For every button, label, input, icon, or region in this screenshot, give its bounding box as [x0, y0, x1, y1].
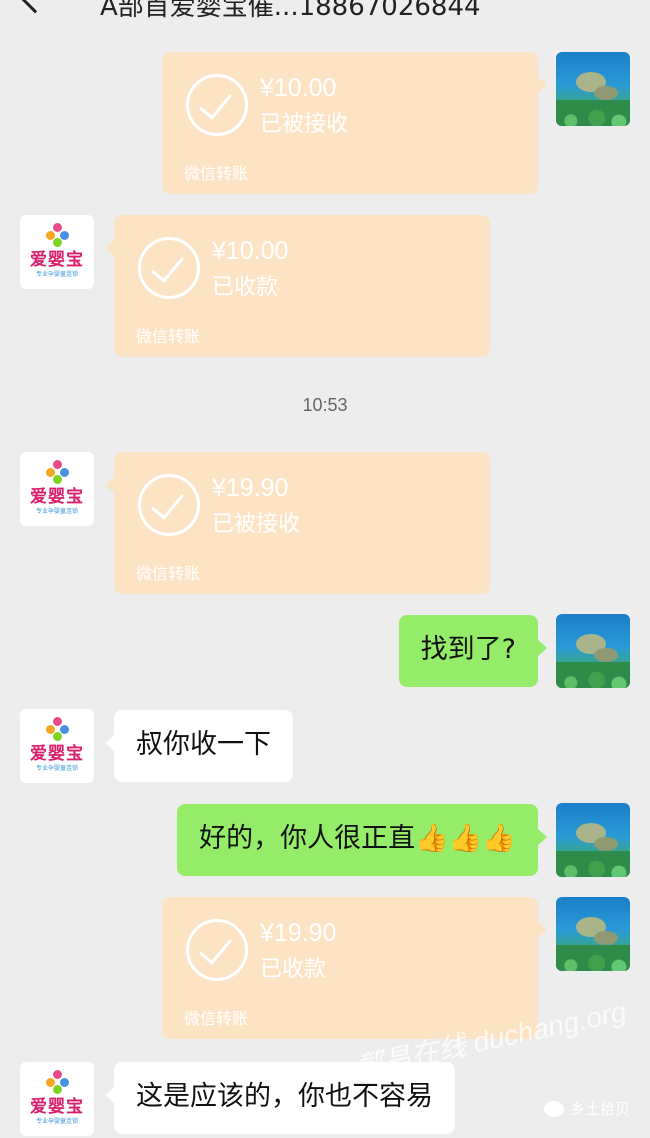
brand-logo-tagline: 专业孕婴童连锁: [35, 1118, 78, 1125]
message-text: 这是应该的，你也不容易: [136, 1081, 433, 1112]
brand-logo-tagline: 专业孕婴童连锁: [35, 508, 78, 515]
my-avatar[interactable]: [556, 52, 630, 126]
back-arrow-icon[interactable]: [16, 0, 54, 14]
message-row: ¥10.00 已被接收 微信转账: [0, 52, 650, 194]
transfer-footer: 微信转账: [184, 1009, 249, 1028]
brand-logo-text: 爱婴宝: [30, 250, 84, 270]
message-row: 爱婴宝 专业孕婴童连锁 叔你收一下: [0, 709, 650, 783]
transfer-status: 已被接收: [260, 112, 349, 137]
message-text: 找到了?: [420, 634, 516, 665]
chat-title[interactable]: A部首爱婴宝催...18867026844: [100, 0, 481, 23]
transfer-amount: ¥10.00: [212, 237, 289, 265]
transfer-amount: ¥19.90: [260, 919, 337, 947]
message-row: 爱婴宝 专业孕婴童连锁 ¥10.00 已收款 微信转账: [0, 215, 650, 357]
wechat-icon: [543, 1100, 564, 1117]
transfer-amount: ¥19.90: [212, 474, 289, 502]
message-text: 好的，你人很正直👍👍👍: [199, 823, 516, 854]
check-circle-icon: [138, 237, 200, 299]
brand-logo-tagline: 专业孕婴童连锁: [35, 765, 78, 772]
transfer-footer: 微信转账: [184, 164, 249, 183]
transfer-card[interactable]: ¥10.00 已收款 微信转账: [105, 215, 490, 357]
transfer-card[interactable]: ¥19.90 已收款 微信转账: [162, 897, 547, 1039]
my-avatar[interactable]: [556, 897, 630, 971]
check-circle-icon: [186, 919, 248, 981]
transfer-card[interactable]: ¥10.00 已被接收 微信转账: [162, 52, 547, 194]
message-text: 叔你收一下: [136, 729, 271, 760]
contact-avatar[interactable]: 爱婴宝 专业孕婴童连锁: [20, 215, 94, 289]
contact-avatar[interactable]: 爱婴宝 专业孕婴童连锁: [20, 709, 94, 783]
contact-avatar[interactable]: 爱婴宝 专业孕婴童连锁: [20, 1062, 94, 1136]
transfer-status: 已收款: [212, 275, 279, 300]
flower-logo-icon: [46, 1070, 70, 1094]
message-row: 爱婴宝 专业孕婴童连锁 ¥19.90 已被接收 微信转账: [0, 452, 650, 594]
title-bar: A部首爱婴宝催...18867026844: [0, 0, 650, 40]
brand-logo-text: 爱婴宝: [30, 744, 84, 764]
my-message-bubble[interactable]: 找到了?: [398, 615, 547, 687]
brand-logo-tagline: 专业孕婴童连锁: [35, 271, 78, 278]
transfer-footer: 微信转账: [136, 327, 201, 346]
my-message-bubble[interactable]: 好的，你人很正直👍👍👍: [177, 804, 547, 876]
check-circle-icon: [186, 74, 248, 136]
message-row: 好的，你人很正直👍👍👍: [0, 803, 650, 877]
transfer-amount: ¥10.00: [260, 74, 337, 102]
brand-logo-text: 爱婴宝: [30, 1097, 84, 1117]
source-brand-label: 乡土拾贝: [569, 1100, 630, 1118]
contact-avatar[interactable]: 爱婴宝 专业孕婴童连锁: [20, 452, 94, 526]
brand-logo-text: 爱婴宝: [30, 487, 84, 507]
source-brand: 乡土拾贝: [543, 1098, 630, 1119]
my-avatar[interactable]: [556, 614, 630, 688]
timestamp: 10:53: [302, 395, 348, 415]
flower-logo-icon: [46, 717, 70, 741]
transfer-card[interactable]: ¥19.90 已被接收 微信转账: [105, 452, 490, 594]
transfer-status: 已被接收: [212, 512, 301, 537]
contact-message-bubble[interactable]: 叔你收一下: [105, 710, 293, 782]
transfer-status: 已收款: [260, 957, 327, 982]
transfer-footer: 微信转账: [136, 564, 201, 583]
flower-logo-icon: [46, 460, 70, 484]
my-avatar[interactable]: [556, 803, 630, 877]
check-circle-icon: [138, 474, 200, 536]
flower-logo-icon: [46, 223, 70, 247]
message-row: 找到了?: [0, 614, 650, 688]
